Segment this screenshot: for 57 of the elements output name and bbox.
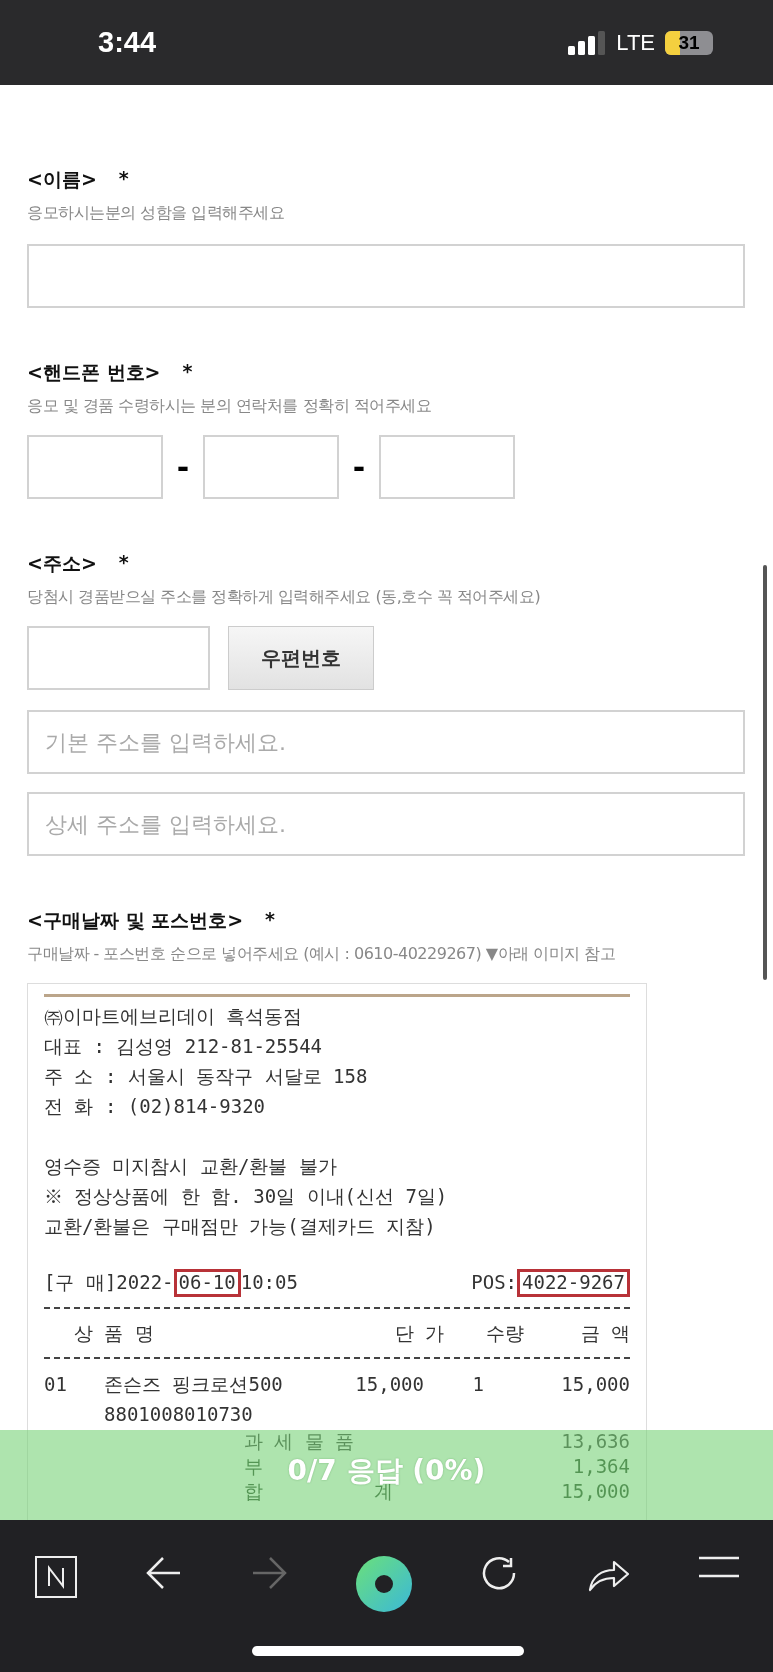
help-text: 응모하시는분의 성함을 입력해주세요 bbox=[27, 203, 286, 224]
total-value: 13,636 bbox=[561, 1429, 630, 1454]
highlighted-pos-number: 4022-9267 bbox=[517, 1269, 630, 1297]
section-label: <주소> bbox=[27, 551, 97, 576]
receipt-line: 대표 : 김성영 212-81-25544 bbox=[44, 1034, 324, 1059]
total-value: 15,000 bbox=[561, 1479, 630, 1504]
menu-icon[interactable] bbox=[698, 1556, 739, 1578]
unit-price: 15,000 bbox=[354, 1372, 424, 1397]
help-text: 구매날짜 - 포스번호 순으로 넣어주세요 (예시 : 0610-40229267) ▼아래 이미지 참고 bbox=[27, 944, 617, 965]
receipt-line: 교환/환불은 구매점만 가능(결제카드 지참) bbox=[44, 1214, 437, 1239]
purchase-prefix: [구 매]2022- bbox=[44, 1270, 174, 1295]
phone-field[interactable] bbox=[379, 435, 515, 499]
total-value: 1,364 bbox=[572, 1454, 630, 1479]
section-label: <이름> bbox=[27, 167, 97, 192]
help-text: 당첨시 경품받으실 주소를 정확하게 입력해주세요 (동,호수 꼭 적어주세요) bbox=[27, 587, 542, 608]
required-mark: * bbox=[265, 908, 275, 932]
pos-label: POS: bbox=[471, 1270, 518, 1295]
separator: - bbox=[351, 449, 367, 485]
item-number: 01 bbox=[44, 1372, 68, 1397]
name-field[interactable] bbox=[27, 244, 745, 308]
zipcode-button[interactable]: 우편번호 bbox=[228, 626, 374, 690]
section-label: <구매날짜 및 포스번호> bbox=[27, 908, 244, 933]
receipt-line: 영수증 미지참시 교환/환불 불가 bbox=[44, 1154, 338, 1179]
help-text: 응모 및 경품 수령하시는 분의 연락처를 정확히 적어주세요 bbox=[27, 396, 433, 417]
barcode-number: 8801008010730 bbox=[103, 1402, 254, 1427]
receipt-line: 주 소 : 서울시 동작구 서달로 158 bbox=[44, 1064, 369, 1089]
highlighted-date: 06-10 bbox=[173, 1269, 241, 1297]
receipt-line: ※ 정상상품에 한 함. 30일 이내(신선 7일) bbox=[44, 1184, 449, 1209]
ring-icon[interactable] bbox=[355, 1556, 412, 1612]
total-label: 합 bbox=[244, 1479, 263, 1504]
phone-field[interactable] bbox=[27, 435, 163, 499]
purchase-time: 10:05 bbox=[240, 1270, 298, 1295]
receipt-line: 전 화 : (02)814-9320 bbox=[44, 1094, 267, 1119]
total-label: 과 세 물 품 bbox=[244, 1429, 355, 1454]
quantity: 1 bbox=[471, 1372, 484, 1397]
receipt-line: ㈜이마트에브리데이 흑석동점 bbox=[44, 1004, 304, 1029]
column-header: 수량 bbox=[485, 1321, 524, 1346]
required-mark: * bbox=[182, 360, 193, 384]
column-header: 금 액 bbox=[579, 1321, 630, 1346]
required-mark: * bbox=[118, 551, 129, 575]
n-logo-icon[interactable] bbox=[34, 1556, 77, 1598]
zipcode-field[interactable] bbox=[27, 626, 210, 690]
item-name: 존슨즈 핑크로션500 bbox=[104, 1372, 284, 1397]
back-icon[interactable] bbox=[145, 1556, 182, 1590]
total-label: 부 bbox=[244, 1454, 263, 1479]
clock: 3:44 bbox=[98, 26, 157, 59]
column-header: 상 품 명 bbox=[74, 1321, 155, 1346]
phone-field[interactable] bbox=[203, 435, 339, 499]
section-label: <핸드폰 번호> bbox=[27, 360, 161, 385]
signal-icon bbox=[568, 30, 607, 55]
separator: - bbox=[175, 449, 191, 485]
amount: 15,000 bbox=[560, 1372, 630, 1397]
column-header: 단 가 bbox=[393, 1321, 444, 1346]
network-label: LTE bbox=[616, 29, 655, 56]
base-address-field[interactable]: 기본 주소를 입력하세요. bbox=[27, 710, 745, 774]
required-mark: * bbox=[118, 167, 129, 191]
detail-address-field[interactable]: 상세 주소를 입력하세요. bbox=[27, 792, 745, 856]
